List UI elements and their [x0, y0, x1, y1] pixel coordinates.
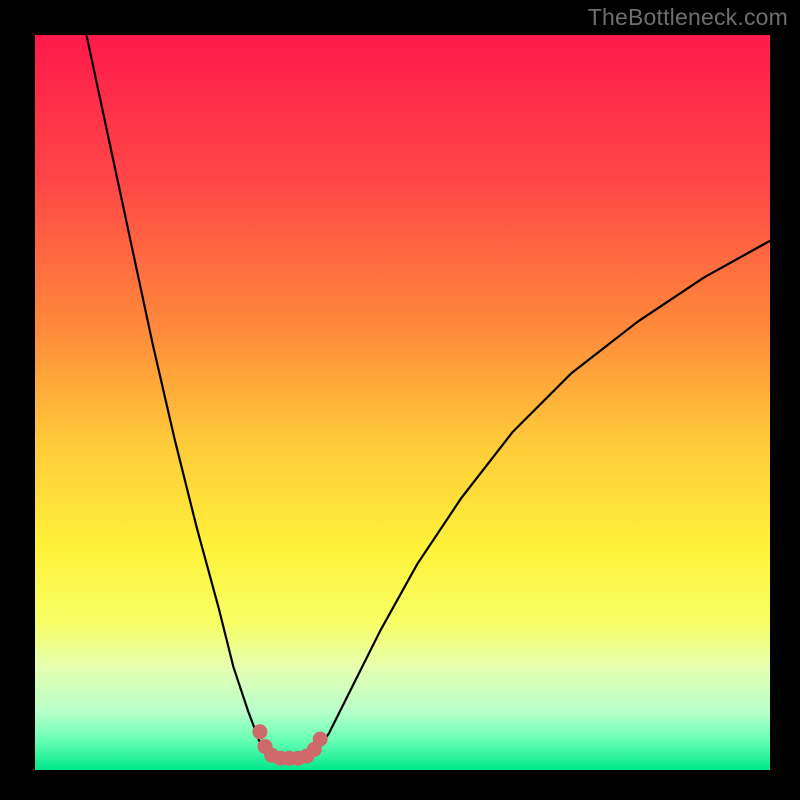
bottleneck-chart [0, 0, 800, 800]
plot-background [35, 35, 770, 770]
valley-marker [252, 724, 267, 739]
chart-frame: TheBottleneck.com [0, 0, 800, 800]
valley-marker [313, 732, 328, 747]
